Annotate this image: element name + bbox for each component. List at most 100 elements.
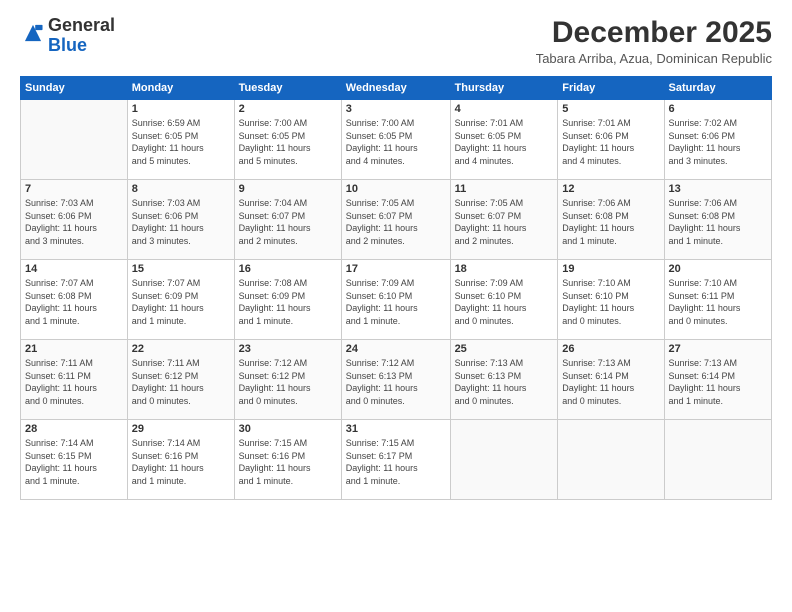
title-block: December 2025 Tabara Arriba, Azua, Domin… — [536, 16, 772, 66]
calendar-cell: 10Sunrise: 7:05 AM Sunset: 6:07 PM Dayli… — [341, 180, 450, 260]
calendar-cell: 9 Sunrise: 7:04 AM Sunset: 6:07 PM Daylig… — [234, 180, 341, 260]
day-info: Sunrise: 7:08 AM Sunset: 6:09 PM Dayligh… — [239, 277, 337, 327]
day-number: 2 — [239, 103, 337, 115]
month-title: December 2025 — [536, 16, 772, 49]
day-info: Sunrise: 7:10 AM Sunset: 6:10 PM Dayligh… — [562, 277, 659, 327]
day-info: Sunrise: 7:11 AM Sunset: 6:12 PM Dayligh… — [132, 357, 230, 407]
calendar-cell: 22Sunrise: 7:11 AM Sunset: 6:12 PM Dayli… — [127, 340, 234, 420]
calendar-cell: 30 Sunrise: 7:15 AM Sunset: 6:16 PM Dayli… — [234, 420, 341, 500]
calendar-cell: 20 Sunrise: 7:10 AM Sunset: 6:11 PM Dayli… — [664, 260, 771, 340]
day-number: 18 — [455, 263, 554, 275]
day-number: 31 — [346, 423, 446, 435]
calendar-header-row: SundayMondayTuesdayWednesdayThursdayFrid… — [21, 77, 772, 100]
day-number: 15 — [132, 263, 230, 275]
day-info: Sunrise: 7:13 AM Sunset: 6:13 PM Dayligh… — [455, 357, 554, 407]
day-number: 21 — [25, 343, 123, 355]
calendar-cell: 27 Sunrise: 7:13 AM Sunset: 6:14 PM Dayli… — [664, 340, 771, 420]
day-info: Sunrise: 7:03 AM Sunset: 6:06 PM Dayligh… — [132, 197, 230, 247]
calendar-week-row: 21 Sunrise: 7:11 AM Sunset: 6:11 PM Dayli… — [21, 340, 772, 420]
calendar-cell: 19 Sunrise: 7:10 AM Sunset: 6:10 PM Dayli… — [558, 260, 664, 340]
calendar-cell: 28Sunrise: 7:14 AM Sunset: 6:15 PM Dayli… — [21, 420, 128, 500]
day-info: Sunrise: 6:59 AM Sunset: 6:05 PM Dayligh… — [132, 117, 230, 167]
calendar-cell — [558, 420, 664, 500]
calendar-cell: 7Sunrise: 7:03 AM Sunset: 6:06 PM Daylig… — [21, 180, 128, 260]
day-info: Sunrise: 7:02 AM Sunset: 6:06 PM Dayligh… — [669, 117, 767, 167]
day-number: 27 — [669, 343, 767, 355]
day-info: Sunrise: 7:00 AM Sunset: 6:05 PM Dayligh… — [346, 117, 446, 167]
page: General Blue December 2025 Tabara Arriba… — [0, 0, 792, 612]
calendar-cell: 4Sunrise: 7:01 AM Sunset: 6:05 PM Daylig… — [450, 100, 558, 180]
calendar-week-row: 28Sunrise: 7:14 AM Sunset: 6:15 PM Dayli… — [21, 420, 772, 500]
day-number: 10 — [346, 183, 446, 195]
day-number: 29 — [132, 423, 230, 435]
day-number: 26 — [562, 343, 659, 355]
day-info: Sunrise: 7:11 AM Sunset: 6:11 PM Dayligh… — [25, 357, 123, 407]
calendar-cell: 11 Sunrise: 7:05 AM Sunset: 6:07 PM Dayli… — [450, 180, 558, 260]
day-info: Sunrise: 7:15 AM Sunset: 6:16 PM Dayligh… — [239, 437, 337, 487]
day-number: 7 — [25, 183, 123, 195]
day-info: Sunrise: 7:10 AM Sunset: 6:11 PM Dayligh… — [669, 277, 767, 327]
day-info: Sunrise: 7:12 AM Sunset: 6:13 PM Dayligh… — [346, 357, 446, 407]
calendar-col-header: Thursday — [450, 77, 558, 100]
day-number: 20 — [669, 263, 767, 275]
day-number: 1 — [132, 103, 230, 115]
day-number: 14 — [25, 263, 123, 275]
day-info: Sunrise: 7:09 AM Sunset: 6:10 PM Dayligh… — [455, 277, 554, 327]
day-info: Sunrise: 7:07 AM Sunset: 6:08 PM Dayligh… — [25, 277, 123, 327]
logo-text: General Blue — [48, 16, 115, 56]
day-number: 5 — [562, 103, 659, 115]
day-number: 28 — [25, 423, 123, 435]
calendar-cell: 6 Sunrise: 7:02 AM Sunset: 6:06 PM Daylig… — [664, 100, 771, 180]
calendar-cell: 23 Sunrise: 7:12 AM Sunset: 6:12 PM Dayli… — [234, 340, 341, 420]
calendar-cell: 17 Sunrise: 7:09 AM Sunset: 6:10 PM Dayli… — [341, 260, 450, 340]
day-number: 6 — [669, 103, 767, 115]
calendar-cell: 29Sunrise: 7:14 AM Sunset: 6:16 PM Dayli… — [127, 420, 234, 500]
calendar-cell — [664, 420, 771, 500]
day-info: Sunrise: 7:05 AM Sunset: 6:07 PM Dayligh… — [455, 197, 554, 247]
calendar-cell: 25Sunrise: 7:13 AM Sunset: 6:13 PM Dayli… — [450, 340, 558, 420]
subtitle: Tabara Arriba, Azua, Dominican Republic — [536, 51, 772, 66]
day-number: 12 — [562, 183, 659, 195]
calendar-cell: 16Sunrise: 7:08 AM Sunset: 6:09 PM Dayli… — [234, 260, 341, 340]
day-info: Sunrise: 7:06 AM Sunset: 6:08 PM Dayligh… — [669, 197, 767, 247]
calendar-col-header: Friday — [558, 77, 664, 100]
calendar-col-header: Monday — [127, 77, 234, 100]
calendar-cell: 15 Sunrise: 7:07 AM Sunset: 6:09 PM Dayli… — [127, 260, 234, 340]
day-number: 8 — [132, 183, 230, 195]
day-info: Sunrise: 7:00 AM Sunset: 6:05 PM Dayligh… — [239, 117, 337, 167]
day-number: 24 — [346, 343, 446, 355]
day-info: Sunrise: 7:07 AM Sunset: 6:09 PM Dayligh… — [132, 277, 230, 327]
day-info: Sunrise: 7:04 AM Sunset: 6:07 PM Dayligh… — [239, 197, 337, 247]
day-info: Sunrise: 7:01 AM Sunset: 6:06 PM Dayligh… — [562, 117, 659, 167]
day-info: Sunrise: 7:15 AM Sunset: 6:17 PM Dayligh… — [346, 437, 446, 487]
calendar-cell — [450, 420, 558, 500]
day-info: Sunrise: 7:06 AM Sunset: 6:08 PM Dayligh… — [562, 197, 659, 247]
day-number: 17 — [346, 263, 446, 275]
calendar-cell: 8 Sunrise: 7:03 AM Sunset: 6:06 PM Daylig… — [127, 180, 234, 260]
calendar-cell: 26 Sunrise: 7:13 AM Sunset: 6:14 PM Dayli… — [558, 340, 664, 420]
day-number: 13 — [669, 183, 767, 195]
day-number: 11 — [455, 183, 554, 195]
calendar-cell: 5 Sunrise: 7:01 AM Sunset: 6:06 PM Daylig… — [558, 100, 664, 180]
logo-icon — [22, 22, 44, 44]
day-number: 9 — [239, 183, 337, 195]
calendar-week-row: 14 Sunrise: 7:07 AM Sunset: 6:08 PM Dayli… — [21, 260, 772, 340]
calendar-col-header: Wednesday — [341, 77, 450, 100]
day-number: 19 — [562, 263, 659, 275]
calendar-col-header: Sunday — [21, 77, 128, 100]
header: General Blue December 2025 Tabara Arriba… — [20, 16, 772, 66]
calendar-cell: 21 Sunrise: 7:11 AM Sunset: 6:11 PM Dayli… — [21, 340, 128, 420]
day-info: Sunrise: 7:09 AM Sunset: 6:10 PM Dayligh… — [346, 277, 446, 327]
calendar-col-header: Saturday — [664, 77, 771, 100]
calendar-col-header: Tuesday — [234, 77, 341, 100]
day-number: 23 — [239, 343, 337, 355]
day-info: Sunrise: 7:13 AM Sunset: 6:14 PM Dayligh… — [562, 357, 659, 407]
calendar-week-row: 1 Sunrise: 6:59 AM Sunset: 6:05 PM Daylig… — [21, 100, 772, 180]
day-number: 3 — [346, 103, 446, 115]
calendar-cell — [21, 100, 128, 180]
calendar-cell: 14 Sunrise: 7:07 AM Sunset: 6:08 PM Dayli… — [21, 260, 128, 340]
day-info: Sunrise: 7:12 AM Sunset: 6:12 PM Dayligh… — [239, 357, 337, 407]
day-number: 30 — [239, 423, 337, 435]
day-info: Sunrise: 7:13 AM Sunset: 6:14 PM Dayligh… — [669, 357, 767, 407]
calendar-cell: 3 Sunrise: 7:00 AM Sunset: 6:05 PM Daylig… — [341, 100, 450, 180]
